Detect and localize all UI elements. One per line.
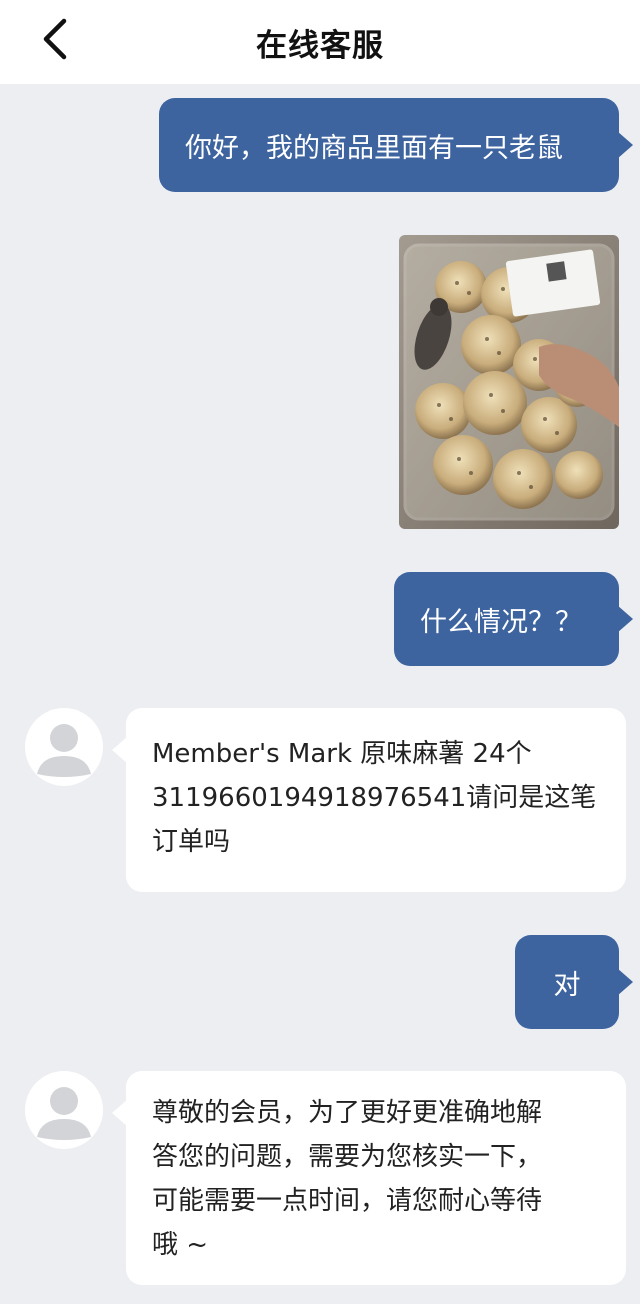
message-line: 尊敬的会员，为了更好更准确地解: [152, 1098, 543, 1128]
user-silhouette-icon: [37, 724, 91, 777]
message-line: 哦 ~: [152, 1230, 209, 1260]
chat-area[interactable]: 你好，我的商品里面有一只老鼠 什么情况？？ Member's Mark 原味麻薯…: [0, 84, 640, 1304]
agent-message-bubble[interactable]: 尊敬的会员，为了更好更准确地解 答您的问题，需要为您核实一下， 可能需要一点时间…: [112, 1071, 626, 1285]
user-image-message[interactable]: [399, 235, 619, 529]
message-line: Member's Mark 原味麻薯 24个: [152, 739, 532, 769]
message-line: 3119660194918976541请问是这笔: [152, 783, 597, 813]
photo-icon: [399, 235, 619, 529]
user-message-bubble[interactable]: 你好，我的商品里面有一只老鼠: [159, 98, 633, 192]
agent-avatar[interactable]: [25, 1071, 103, 1149]
user-message-bubble[interactable]: 什么情况？？: [394, 572, 633, 666]
page-title: 在线客服: [256, 27, 384, 64]
agent-avatar[interactable]: [25, 708, 103, 786]
back-button[interactable]: [30, 14, 80, 64]
message-line: 答您的问题，需要为您核实一下，: [152, 1142, 543, 1172]
message-line: 订单吗: [152, 827, 231, 857]
user-silhouette-icon: [37, 1087, 91, 1140]
agent-message-bubble[interactable]: Member's Mark 原味麻薯 24个 31196601949189765…: [112, 708, 626, 892]
chevron-left-icon: [43, 18, 67, 60]
chat-header: 在线客服: [0, 0, 640, 84]
message-text: 什么情况？？: [420, 606, 582, 638]
user-message-bubble[interactable]: 对: [515, 935, 633, 1029]
message-line: 可能需要一点时间，请您耐心等待: [152, 1186, 543, 1216]
message-text: 你好，我的商品里面有一只老鼠: [185, 132, 563, 164]
message-text: 对: [553, 969, 581, 1001]
